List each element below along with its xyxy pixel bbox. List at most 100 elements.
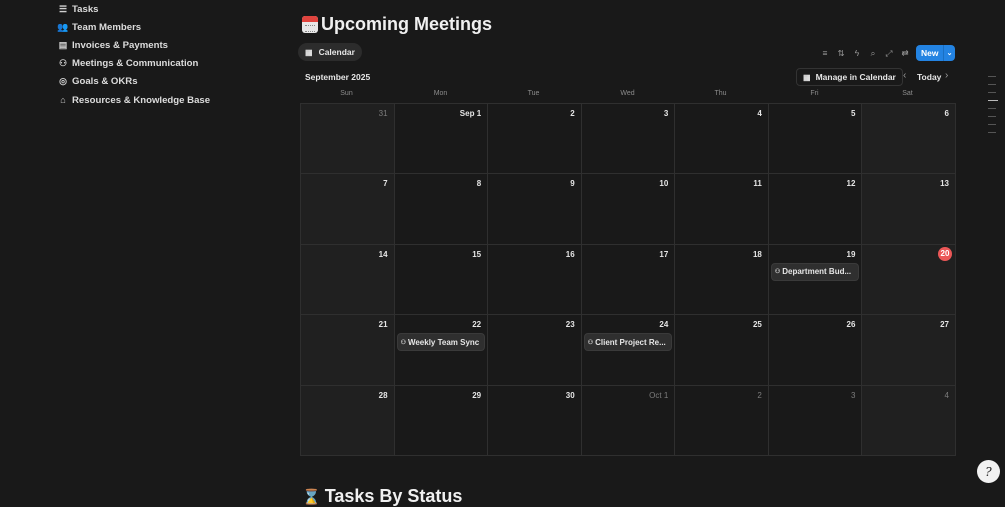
calendar-day-cell[interactable]: 9	[488, 174, 582, 245]
today-date-badge: 20	[937, 246, 952, 261]
day-number: 21	[378, 320, 388, 330]
calendar-event[interactable]: ⚇ Department Bud...	[771, 263, 859, 280]
day-number: 29	[472, 390, 482, 400]
day-number: 4	[757, 109, 762, 118]
calendar-event[interactable]: ⚇ Client Project Re...	[584, 334, 672, 351]
weekday-label: Mon	[433, 90, 448, 97]
calendar-day-cell[interactable]: 3	[768, 385, 863, 456]
day-number: 23	[565, 320, 575, 330]
day-number: 10	[659, 179, 669, 189]
new-button[interactable]: New ⌄	[916, 45, 955, 61]
calendar-day-cell[interactable]: 4	[862, 385, 956, 456]
calendar-day-cell[interactable]: 31	[301, 104, 395, 175]
calendar-day-cell[interactable]: 13	[862, 174, 956, 245]
day-number: 11	[753, 179, 762, 189]
calendar-day-cell[interactable]: Sep 1	[394, 104, 489, 175]
calendar-day-cell[interactable]: 2	[675, 385, 769, 456]
day-number: 8	[476, 179, 482, 189]
filter-icon[interactable]: ≡	[817, 45, 833, 61]
calendar-grid: 31 Sep 1 2 3 4 5 6 7 8 9 10 11 12 13 14 15 16 17 18 19 ⚇ Depa…	[300, 103, 956, 456]
day-number: 17	[659, 249, 669, 259]
weekday-label: Tue	[527, 90, 540, 97]
automation-icon[interactable]: ϟ	[849, 45, 865, 61]
calendar-day-cell[interactable]: 2	[488, 104, 582, 175]
help-button[interactable]: ?	[977, 460, 1000, 483]
calendar-day-cell[interactable]: 29	[394, 385, 489, 456]
calendar-day-cell[interactable]: 19 ⚇ Department Bud...	[768, 244, 863, 316]
expand-icon[interactable]: ⤢	[881, 45, 897, 61]
day-number: 14	[378, 249, 388, 259]
meeting-icon: ⚇	[774, 269, 781, 276]
target-icon: ◎	[59, 76, 67, 87]
sidebar-item-resources[interactable]: ⌂ Resources & Knowledge Base	[56, 91, 276, 109]
calendar-day-cell[interactable]: 20	[862, 244, 956, 316]
calendar-day-cell[interactable]: 4	[675, 104, 769, 175]
tab-label: Calendar	[318, 47, 355, 57]
outline-scroll-markers[interactable]	[988, 76, 998, 140]
chevron-right-icon[interactable]: ›	[945, 70, 948, 81]
day-number: 30	[565, 390, 575, 400]
calendar-day-cell[interactable]: 6	[862, 104, 956, 175]
manage-in-calendar-button[interactable]: ▦ Manage in Calendar	[796, 68, 903, 86]
day-number: 24	[659, 320, 669, 330]
settings-icon[interactable]: ⇄	[897, 45, 913, 61]
section-title: Tasks By Status	[324, 486, 463, 506]
calendar-day-cell[interactable]: Oct 1	[581, 385, 676, 456]
calendar-day-cell[interactable]: 11	[675, 174, 769, 245]
chevron-left-icon[interactable]: ‹	[903, 70, 906, 81]
today-button[interactable]: Today	[917, 72, 941, 82]
day-number: 18	[752, 249, 762, 259]
sidebar-item-invoices[interactable]: ▤ Invoices & Payments	[56, 36, 276, 54]
calendar-day-cell[interactable]: 21	[301, 315, 395, 386]
calendar-day-cell[interactable]: 25	[675, 315, 769, 386]
calendar-day-cell[interactable]: 28	[301, 385, 395, 456]
calendar-day-cell[interactable]: 30	[488, 385, 582, 456]
search-icon[interactable]: ⌕	[865, 45, 881, 61]
sidebar-item-team-members[interactable]: 👥 Team Members	[56, 18, 276, 36]
calendar-day-cell[interactable]: 14	[301, 244, 395, 316]
group-icon: ⚇	[58, 58, 68, 69]
weekday-label: Wed	[620, 90, 635, 97]
day-number: Sep 1	[459, 109, 482, 118]
calendar-day-cell[interactable]: 23	[488, 315, 582, 386]
day-number: 6	[944, 109, 949, 118]
event-title: Department Bud...	[782, 267, 852, 277]
calendar-day-cell[interactable]: 17	[581, 244, 676, 316]
sidebar-item-meetings[interactable]: ⚇ Meetings & Communication	[56, 55, 276, 73]
calendar-day-cell[interactable]: 18	[675, 244, 769, 316]
checklist-icon: ☰	[58, 3, 68, 14]
sort-icon[interactable]: ⇅	[833, 45, 849, 61]
day-number: 27	[940, 320, 949, 330]
day-number: 5	[850, 109, 856, 118]
tab-calendar-view[interactable]: ▦ Calendar	[298, 43, 362, 61]
calendar-day-cell[interactable]: 15	[394, 244, 489, 316]
calendar-day-cell[interactable]: 3	[581, 104, 676, 175]
day-number: 9	[570, 179, 575, 189]
sidebar-item-label: Team Members	[72, 21, 142, 33]
calendar-day-cell[interactable]: 10	[581, 174, 676, 245]
sidebar-item-label: Meetings & Communication	[72, 58, 199, 70]
new-button-label: New	[921, 48, 939, 58]
sidebar-item-tasks[interactable]: ☰ Tasks	[56, 0, 276, 18]
calendar-day-cell[interactable]: 7	[301, 174, 395, 245]
day-number: 25	[752, 320, 762, 330]
event-title: Client Project Re...	[595, 337, 666, 347]
sidebar-item-goals[interactable]: ◎ Goals & OKRs	[56, 73, 276, 91]
day-number: 16	[565, 249, 575, 259]
sidebar-item-label: Resources & Knowledge Base	[72, 94, 211, 106]
calendar-day-cell[interactable]: 16	[488, 244, 582, 316]
day-number: 4	[944, 390, 949, 400]
calendar-day-cell[interactable]: 24 ⚇ Client Project Re...	[581, 315, 676, 386]
calendar-day-cell[interactable]: 26	[768, 315, 863, 386]
calendar-event[interactable]: ⚇ Weekly Team Sync	[397, 334, 485, 351]
calendar-day-cell[interactable]: 12	[768, 174, 863, 245]
chevron-down-icon[interactable]: ⌄	[944, 49, 955, 57]
calendar-day-cell[interactable]: 22 ⚇ Weekly Team Sync	[394, 315, 489, 386]
day-number: 12	[846, 179, 856, 189]
sidebar: ☰ Tasks 👥 Team Members ▤ Invoices & Paym…	[56, 0, 276, 109]
calendar-day-cell[interactable]: 27	[862, 315, 956, 386]
day-number: 19	[846, 249, 856, 259]
calendar-icon	[302, 16, 318, 33]
calendar-day-cell[interactable]: 5	[768, 104, 863, 175]
calendar-day-cell[interactable]: 8	[394, 174, 489, 245]
